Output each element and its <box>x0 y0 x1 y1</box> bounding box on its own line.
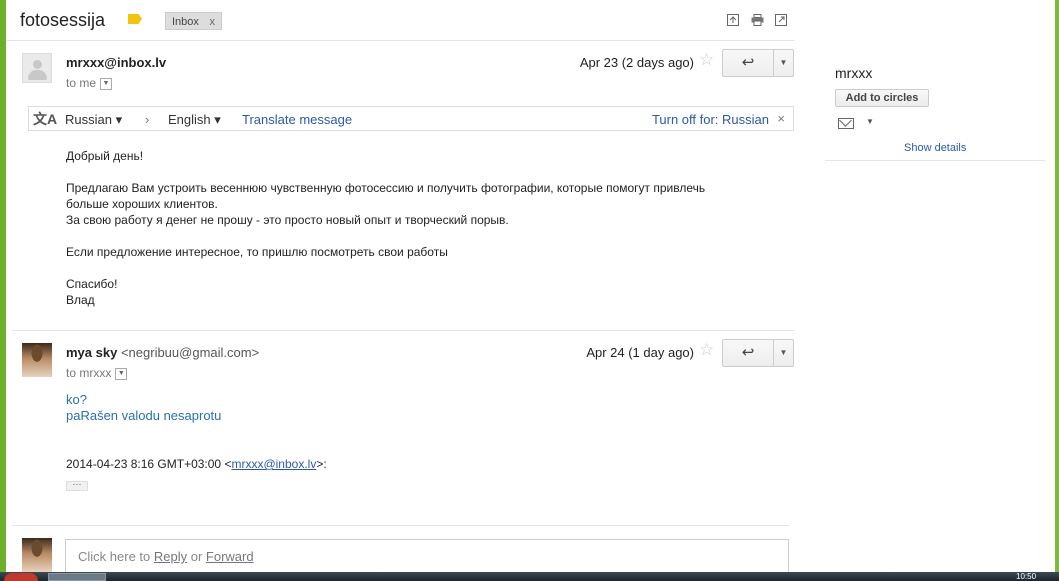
message-2-body: ko? paRašen valodu nesaprotu <box>66 392 221 424</box>
reply-button-group[interactable]: ↩ ▼ <box>722 339 794 367</box>
message-2-recipients[interactable]: to mrxxx ▼ <box>66 366 128 380</box>
popout-icon[interactable] <box>726 14 740 28</box>
show-trimmed-content-button[interactable]: ··· <box>66 480 88 491</box>
chevron-right-icon: › <box>145 112 150 127</box>
importance-marker-icon[interactable] <box>128 14 142 24</box>
message-2-date: Apr 24 (1 day ago) <box>586 345 694 360</box>
star-icon[interactable]: ☆ <box>699 50 714 70</box>
inbox-label-text: Inbox <box>172 16 199 28</box>
sender-name: mya sky <box>66 345 118 360</box>
more-actions-dropdown-icon[interactable]: ▼ <box>774 50 793 76</box>
body-line: больше хороших клиентов. <box>66 197 218 211</box>
details-dropdown-icon[interactable]: ▼ <box>100 77 113 90</box>
header-divider <box>6 40 795 41</box>
star-icon[interactable]: ☆ <box>699 340 714 360</box>
body-line: Влад <box>66 293 95 307</box>
quoted-header: 2014-04-23 8:16 GMT+03:00 <mrxxx@inbox.l… <box>66 456 327 472</box>
source-language-label: Russian <box>65 112 112 127</box>
translate-message-link[interactable]: Translate message <box>242 112 352 127</box>
body-blank-line <box>66 228 786 244</box>
details-dropdown-icon[interactable]: ▼ <box>115 367 128 380</box>
message-divider <box>12 525 789 526</box>
add-to-circles-button[interactable]: Add to circles <box>835 89 929 107</box>
body-line: Спасибо! <box>66 277 118 291</box>
body-line: Если предложение интересное, то пришлю п… <box>66 245 448 259</box>
message-divider <box>12 330 795 331</box>
body-blank-line <box>66 164 786 180</box>
chevron-down-icon[interactable]: ▼ <box>866 117 874 126</box>
body-blank-line <box>66 260 786 276</box>
sender-avatar-placeholder[interactable] <box>22 53 52 83</box>
quoted-header-suffix: >: <box>316 457 327 471</box>
target-language-label: English <box>168 112 211 127</box>
sender-email: <negribuu@gmail.com> <box>120 345 260 360</box>
quoted-sender-link[interactable]: mrxxx@inbox.lv <box>231 457 316 471</box>
reply-arrow-icon[interactable]: ↩ <box>723 50 773 76</box>
body-line: За свою работу я денег не прошу - это пр… <box>66 213 509 227</box>
message-1-body: Добрый день! Предлагаю Вам устроить весе… <box>66 148 786 308</box>
more-actions-dropdown-icon[interactable]: ▼ <box>774 340 793 366</box>
message-2-sender[interactable]: mya sky <negribuu@gmail.com> <box>66 345 259 360</box>
message-1-sender[interactable]: mrxxx@inbox.lv <box>66 55 166 70</box>
reply-link[interactable]: Reply <box>154 549 187 564</box>
conversation-view: fotosessija Inbox x mrxxx@inbox.lv to me… <box>6 0 1055 579</box>
body-line: Добрый день! <box>66 149 144 163</box>
close-translate-bar-icon[interactable]: × <box>777 111 785 126</box>
taskbar-app-button[interactable] <box>48 573 106 581</box>
recipient-text: to mrxxx <box>66 366 112 380</box>
turn-off-translation-link[interactable]: Turn off for: Russian <box>652 112 769 127</box>
os-taskbar <box>0 572 1059 581</box>
email-icon[interactable] <box>838 118 854 129</box>
message-1-recipients[interactable]: to me ▼ <box>66 76 113 90</box>
show-details-link[interactable]: Show details <box>904 142 966 154</box>
recipient-text: to me <box>66 76 97 90</box>
taskbar-clock: 10:50 <box>1016 572 1037 581</box>
start-button[interactable] <box>4 573 38 581</box>
sender-avatar-photo[interactable] <box>22 343 52 377</box>
translate-bar: 文A Russian ▾ › English ▾ Translate messa… <box>28 106 794 131</box>
source-language-select[interactable]: Russian ▾ <box>65 112 122 128</box>
inbox-label-chip[interactable]: Inbox x <box>165 12 222 30</box>
contact-name: mrxxx <box>835 65 873 81</box>
body-line: Предлагаю Вам устроить весеннюю чувствен… <box>66 181 706 195</box>
remove-label-icon[interactable]: x <box>210 13 216 31</box>
target-language-select[interactable]: English ▾ <box>168 112 221 128</box>
thread-subject: fotosessija <box>20 10 106 30</box>
sidebar-divider <box>825 160 1045 161</box>
quoted-header-prefix: 2014-04-23 8:16 GMT+03:00 < <box>66 457 232 471</box>
reply-prompt-text: Click here to <box>78 549 154 564</box>
translate-icon: 文A <box>33 111 58 127</box>
reply-or-text: or <box>187 549 206 564</box>
body-line: ko? <box>66 392 87 407</box>
sender-name: mrxxx@inbox.lv <box>66 55 167 70</box>
print-icon[interactable] <box>750 14 764 28</box>
forward-link[interactable]: Forward <box>206 549 254 564</box>
new-window-icon[interactable] <box>774 14 788 28</box>
my-avatar-photo <box>22 538 52 572</box>
reply-arrow-icon[interactable]: ↩ <box>723 340 773 366</box>
body-line: paRašen valodu nesaprotu <box>66 408 222 423</box>
message-1-date: Apr 23 (2 days ago) <box>579 55 694 70</box>
reply-button-group[interactable]: ↩ ▼ <box>722 49 794 77</box>
